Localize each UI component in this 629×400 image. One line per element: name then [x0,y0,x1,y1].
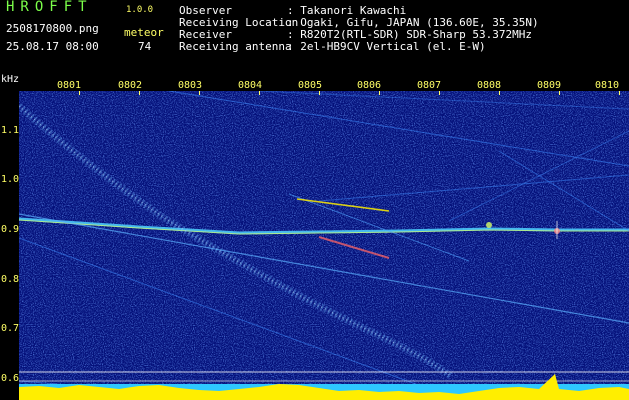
meteor-echo-point [486,222,492,228]
x-tick-label: 0804 [238,80,263,91]
info-row-antenna: Receiving antenna : 2el-HB9CV Vertical (… [179,41,486,53]
spectrogram-canvas [19,91,629,400]
x-tick-mark [499,91,500,95]
x-tick-label: 0808 [477,80,502,91]
info-label: Receiving antenna [179,40,292,53]
y-tick-label: 1.1 [1,125,20,136]
x-tick-label: 0809 [537,80,562,91]
y-tick-label: 0.8 [1,274,20,285]
x-tick-label: 0805 [298,80,323,91]
x-tick-label: 0810 [595,80,620,91]
x-tick-mark [79,91,80,95]
x-tick-mark [559,91,560,95]
x-tick-label: 0801 [57,80,82,91]
x-tick-label: 0807 [417,80,442,91]
x-tick-mark [379,91,380,95]
y-tick-label: 0.6 [1,373,20,384]
x-tick-mark [619,91,620,95]
y-tick-label: 1.0 [1,174,20,185]
app-title: HROFFT [6,0,93,15]
file-name: 2508170800.png [6,22,99,35]
x-tick-mark [199,91,200,95]
y-tick-label: 0.9 [1,224,20,235]
noise-grain [19,91,629,400]
spectrogram-plot [19,91,629,400]
app-version: 1.0.0 [126,5,154,15]
x-tick-label: 0802 [118,80,143,91]
meteor-count: 74 [138,40,152,53]
x-tick-mark [139,91,140,95]
x-tick-mark [439,91,440,95]
date-time: 25.08.17 08:00 [6,40,99,53]
hrofft-window: HROFFT 1.0.0 2508170800.png meteor 25.08… [0,0,629,400]
x-tick-label: 0806 [357,80,382,91]
y-tick-label: 0.7 [1,323,20,334]
y-axis-unit: kHz [1,74,20,85]
x-tick-mark [319,91,320,95]
meteor-label: meteor [124,26,164,39]
info-value: : 2el-HB9CV Vertical (el. E-W) [287,40,486,53]
x-tick-label: 0803 [178,80,203,91]
x-tick-mark [259,91,260,95]
